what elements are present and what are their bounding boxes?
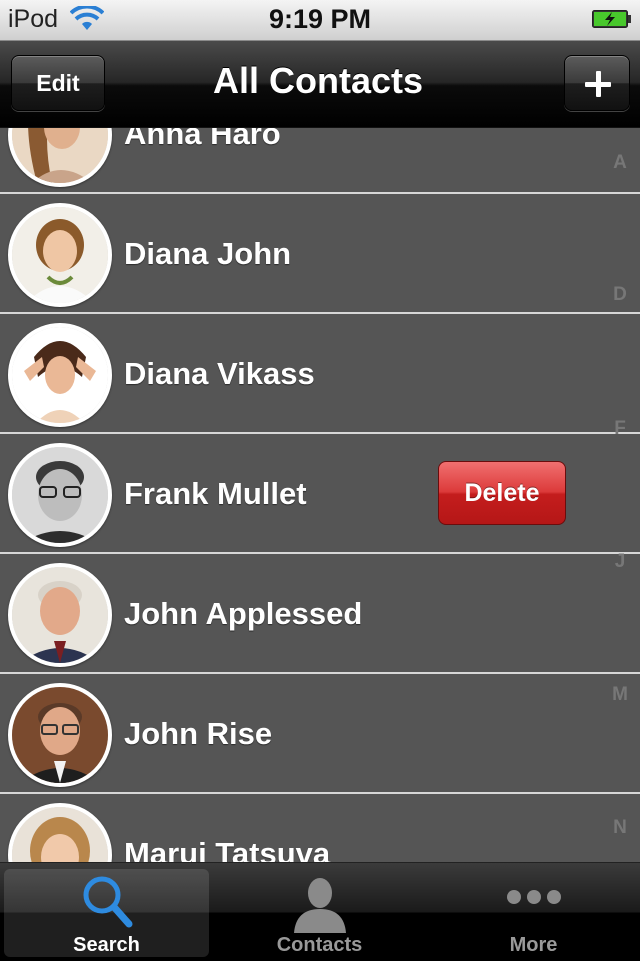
tab-search[interactable]: Search	[0, 863, 213, 961]
contact-row-john-applessed[interactable]: John Applessed	[0, 554, 640, 674]
index-letter[interactable]: M	[600, 684, 640, 706]
contact-name: John Applessed	[124, 596, 363, 631]
tab-more[interactable]: More	[427, 863, 640, 961]
tab-contacts[interactable]: Contacts	[213, 863, 426, 961]
contact-row-john-rise[interactable]: John Rise	[0, 674, 640, 794]
contact-row-anna-haro[interactable]: Anna Haro	[0, 128, 640, 194]
search-icon	[83, 876, 132, 928]
status-time: 9:19 PM	[268, 4, 372, 34]
tab-bar: Search Contacts More	[0, 862, 640, 961]
index-letter[interactable]: A	[600, 152, 640, 174]
delete-button[interactable]: Delete	[438, 461, 566, 525]
contact-row-diana-john[interactable]: Diana John	[0, 194, 640, 314]
contact-name: Marui Tatsuva	[124, 836, 331, 862]
index-letter[interactable]: N	[600, 817, 640, 839]
avatar	[8, 323, 112, 427]
more-icon	[506, 890, 561, 904]
navigation-bar: Edit All Contacts	[0, 41, 640, 128]
tab-label: More	[509, 934, 558, 956]
contact-row-marui-tatsuva[interactable]: Marui Tatsuva	[0, 794, 640, 862]
index-letter[interactable]: J	[600, 551, 640, 573]
tab-label: Search	[73, 934, 140, 956]
contact-name: Frank Mullet	[124, 476, 307, 511]
battery-icon	[592, 10, 631, 28]
contact-name: Diana Vikass	[124, 356, 315, 391]
person-icon	[293, 878, 346, 933]
contact-name: Diana John	[124, 236, 292, 271]
section-index[interactable]: A D F J M N	[600, 128, 640, 862]
avatar	[8, 683, 112, 787]
avatar	[8, 563, 112, 667]
page-title: All Contacts	[212, 60, 424, 101]
contact-name: John Rise	[124, 716, 273, 751]
tab-label: Contacts	[276, 934, 363, 956]
contact-name: Anna Haro	[124, 128, 281, 151]
avatar	[8, 803, 112, 862]
contact-row-diana-vikass[interactable]: Diana Vikass	[0, 314, 640, 434]
avatar	[8, 443, 112, 547]
index-letter[interactable]: F	[600, 418, 640, 440]
avatar	[8, 128, 112, 187]
avatar	[8, 203, 112, 307]
add-contact-button[interactable]	[564, 55, 630, 111]
status-bar: iPod 9:19 PM	[0, 0, 640, 41]
index-letter[interactable]: D	[600, 284, 640, 306]
